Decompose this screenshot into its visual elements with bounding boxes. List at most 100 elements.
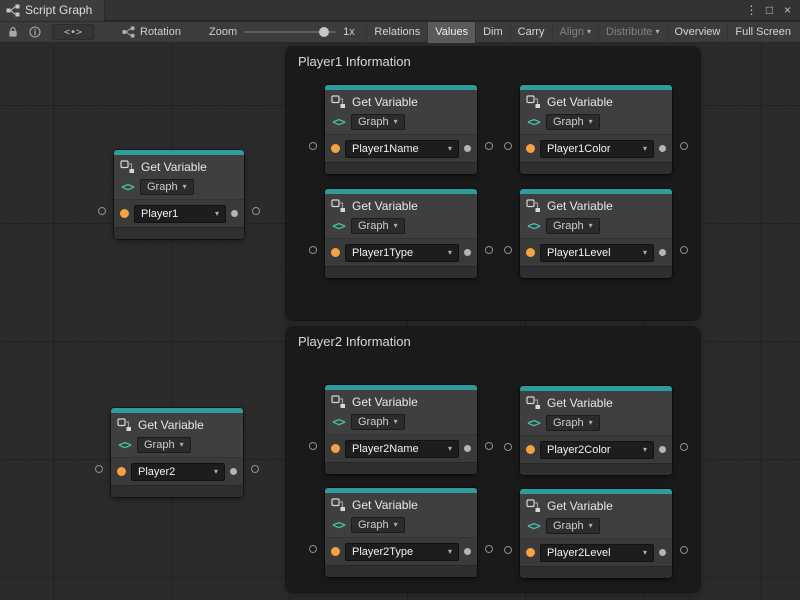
variable-scope-label: Graph [358,116,389,128]
variable-name-label: Player1Color [547,143,639,155]
node-title: Get Variable [352,395,418,409]
output-port[interactable] [485,545,493,553]
info-button[interactable] [24,24,46,41]
value-input-dot[interactable] [526,144,535,153]
variable-name-dropdown[interactable]: Player2 ▾ [131,463,225,481]
variable-scope-dropdown[interactable]: Graph ▾ [137,437,191,453]
variable-scope-dropdown[interactable]: Graph ▾ [546,518,600,534]
get-variable-node-player1level[interactable]: Get Variable <> Graph ▾ Player1Level ▾ [520,189,672,278]
value-output-dot[interactable] [464,249,471,256]
variable-name-dropdown[interactable]: Player1 ▾ [134,205,226,223]
value-output-dot[interactable] [464,445,471,452]
input-port[interactable] [309,142,317,150]
value-input-dot[interactable] [526,548,535,557]
input-port[interactable] [504,142,512,150]
input-port[interactable] [309,442,317,450]
output-port[interactable] [251,465,259,473]
variable-name-dropdown[interactable]: Player1Type ▾ [345,244,459,262]
variable-scope-dropdown[interactable]: Graph ▾ [351,517,405,533]
get-variable-node-player1color[interactable]: Get Variable <> Graph ▾ Player1Color ▾ [520,85,672,174]
value-output-dot[interactable] [659,549,666,556]
get-variable-node-player2name[interactable]: Get Variable <> Graph ▾ Player2Name ▾ [325,385,477,474]
toolbar-button-relations[interactable]: Relations ▾ [366,22,427,43]
toolbar-button-dim[interactable]: Dim ▾ [475,22,510,43]
output-port[interactable] [485,246,493,254]
variable-name-dropdown[interactable]: Player2Level ▾ [540,544,654,562]
toolbar-button-align[interactable]: Align ▾ [552,22,598,43]
input-port[interactable] [309,545,317,553]
output-port[interactable] [485,142,493,150]
get-variable-node-player2color[interactable]: Get Variable <> Graph ▾ Player2Color ▾ [520,386,672,475]
value-output-dot[interactable] [659,446,666,453]
output-port[interactable] [252,207,260,215]
window-maximize-icon[interactable]: □ [762,3,777,17]
value-input-dot[interactable] [331,248,340,257]
toolbar-button-values[interactable]: Values ▾ [427,22,475,43]
lock-button[interactable] [2,24,24,41]
input-port[interactable] [95,465,103,473]
tab-script-graph[interactable]: Script Graph [0,0,105,21]
value-output-dot[interactable] [464,145,471,152]
value-input-dot[interactable] [120,209,129,218]
variable-name-dropdown[interactable]: Player1Color ▾ [540,140,654,158]
input-port[interactable] [504,246,512,254]
variable-name-dropdown[interactable]: Player2Type ▾ [345,543,459,561]
zoom-slider-handle[interactable] [319,27,329,37]
variable-scope-dropdown[interactable]: Graph ▾ [546,114,600,130]
window-menu-icon[interactable]: ⋮ [744,3,759,17]
value-output-dot[interactable] [230,468,237,475]
variable-scope-dropdown[interactable]: Graph ▾ [351,218,405,234]
input-port[interactable] [98,207,106,215]
get-variable-node-player2type[interactable]: Get Variable <> Graph ▾ Player2Type ▾ [325,488,477,577]
variable-name-dropdown[interactable]: Player2Color ▾ [540,441,654,459]
toolbar-button-distribute[interactable]: Distribute ▾ [598,22,666,43]
get-variable-node-player1[interactable]: Get Variable <> Graph ▾ Player1 ▾ [114,150,244,239]
value-input-dot[interactable] [331,444,340,453]
get-variable-node-player1name[interactable]: Get Variable <> Graph ▾ Player1Name ▾ [325,85,477,174]
code-brackets-icon: <> [331,415,346,429]
output-port[interactable] [680,443,688,451]
variable-name-label: Player1Type [352,247,444,259]
graph-node-icon [331,395,346,409]
value-input-dot[interactable] [331,547,340,556]
value-output-dot[interactable] [231,210,238,217]
toolbar-button-overview[interactable]: Overview ▾ [667,22,728,43]
variable-scope-dropdown[interactable]: Graph ▾ [351,114,405,130]
variable-scope-dropdown[interactable]: Graph ▾ [546,415,600,431]
graph-node-icon [117,418,132,432]
variable-scope-dropdown[interactable]: Graph ▾ [351,414,405,430]
input-port[interactable] [504,443,512,451]
value-input-dot[interactable] [331,144,340,153]
value-output-dot[interactable] [464,548,471,555]
node-title-row: Get Variable [331,496,471,514]
variable-name-dropdown[interactable]: Player1Level ▾ [540,244,654,262]
code-brackets-icon: <> [526,115,541,129]
get-variable-node-player2[interactable]: Get Variable <> Graph ▾ Player2 ▾ [111,408,243,497]
output-port[interactable] [680,142,688,150]
variable-scope-dropdown[interactable]: Graph ▾ [140,179,194,195]
variable-scope-dropdown[interactable]: Graph ▾ [546,218,600,234]
node-title-row: Get Variable [120,158,238,176]
value-output-dot[interactable] [659,145,666,152]
value-input-dot[interactable] [117,467,126,476]
input-port[interactable] [309,246,317,254]
variable-name-dropdown[interactable]: Player2Name ▾ [345,440,459,458]
variable-name-dropdown[interactable]: Player1Name ▾ [345,140,459,158]
graph-breadcrumb[interactable]: Rotation [122,26,181,38]
output-port[interactable] [485,442,493,450]
output-port[interactable] [680,246,688,254]
output-port[interactable] [680,546,688,554]
zoom-slider[interactable] [244,27,336,37]
variable-name-label: Player2Level [547,547,639,559]
value-input-dot[interactable] [526,248,535,257]
input-port[interactable] [504,546,512,554]
window-close-icon[interactable]: × [780,3,795,17]
graph-canvas[interactable]: Player1 Information Player2 Information … [0,44,800,600]
toolbar-button-full-screen[interactable]: Full Screen ▾ [727,22,798,43]
value-output-dot[interactable] [659,249,666,256]
toolbar-button-carry[interactable]: Carry ▾ [510,22,552,43]
value-input-dot[interactable] [526,445,535,454]
get-variable-node-player1type[interactable]: Get Variable <> Graph ▾ Player1Type ▾ [325,189,477,278]
get-variable-node-player2level[interactable]: Get Variable <> Graph ▾ Player2Level ▾ [520,489,672,578]
code-view-button[interactable]: <∙> [52,24,94,40]
